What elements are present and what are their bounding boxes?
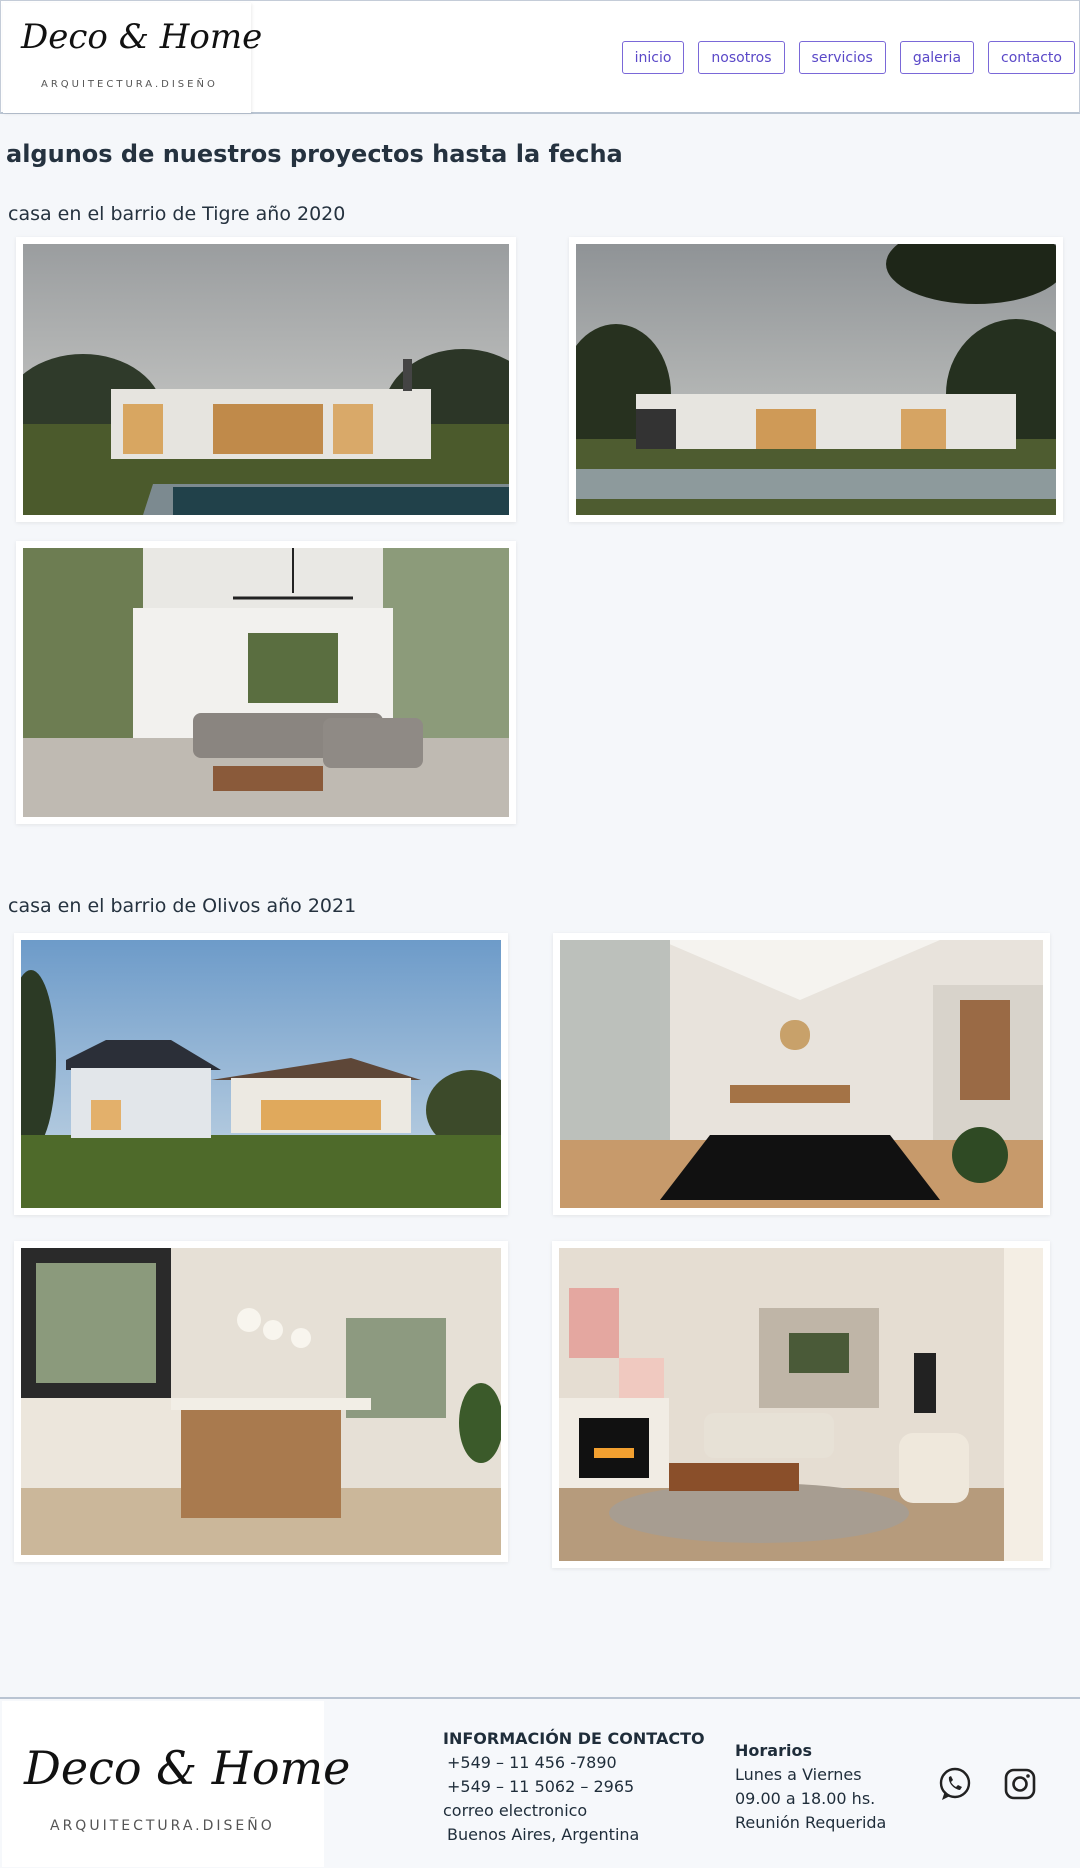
contact-email-label[interactable]: correo electronico [443,1799,705,1823]
project-photo[interactable] [16,541,516,824]
kitchen-image [21,1248,501,1555]
nav-servicios[interactable]: servicios [798,41,886,74]
dining-room-image [560,940,1043,1208]
footer-logo-tagline: ARQUITECTURA.DISEÑO [50,1818,275,1834]
logo-brand: Deco & Home [21,17,263,57]
section-title-tigre: casa en el barrio de Tigre año 2020 [8,203,346,225]
living-room-image [23,548,509,817]
contact-location: Buenos Aires, Argentina [447,1825,640,1844]
contact-phone-1[interactable]: +549 – 11 456 -7890 [443,1751,705,1775]
contact-heading: INFORMACIÓN DE CONTACTO [443,1729,705,1748]
instagram-icon[interactable] [1001,1765,1039,1803]
business-hours: Horarios Lunes a Viernes 09.00 a 18.00 h… [735,1739,886,1835]
project-photo[interactable] [552,1241,1050,1568]
section-title-olivos: casa en el barrio de Olivos año 2021 [8,895,357,917]
nav-contacto[interactable]: contacto [988,41,1075,74]
logo-tagline: ARQUITECTURA.DISEÑO [41,79,218,90]
nav-inicio[interactable]: inicio [621,41,685,74]
footer-logo[interactable]: Deco & Home ARQUITECTURA.DISEÑO [2,1701,350,1867]
project-photo[interactable] [569,237,1063,522]
contact-phone-2[interactable]: +549 – 11 5062 – 2965 [443,1775,705,1799]
fireplace-living-image [559,1248,1043,1561]
whatsapp-icon[interactable] [936,1765,974,1803]
project-photo[interactable] [553,933,1050,1215]
farmhouse-exterior-image [21,940,501,1208]
hours-days: Lunes a Viernes [735,1765,862,1784]
site-logo[interactable]: Deco & Home ARQUITECTURA.DISEÑO [3,3,262,113]
project-photo[interactable] [16,237,516,522]
exterior-front-image [576,244,1056,515]
nav-galeria[interactable]: galeria [899,41,975,74]
footer-logo-brand: Deco & Home [24,1741,351,1795]
hours-note: Reunión Requerida [735,1813,887,1832]
contact-info: INFORMACIÓN DE CONTACTO +549 – 11 456 -7… [443,1727,705,1847]
hours-heading: Horarios [735,1741,812,1760]
page-title: algunos de nuestros proyectos hasta la f… [6,140,623,168]
hours-time: 09.00 a 18.00 hs. [735,1789,876,1808]
nav-nosotros[interactable]: nosotros [698,41,785,74]
project-photo[interactable] [14,933,508,1215]
project-photo[interactable] [14,1241,508,1562]
site-footer: Deco & Home ARQUITECTURA.DISEÑO INFORMAC… [0,1697,1080,1868]
main-nav: inicio nosotros servicios galeria contac… [621,41,1075,74]
exterior-pool-image [23,244,509,515]
site-header: Deco & Home ARQUITECTURA.DISEÑO inicio n… [0,0,1080,114]
